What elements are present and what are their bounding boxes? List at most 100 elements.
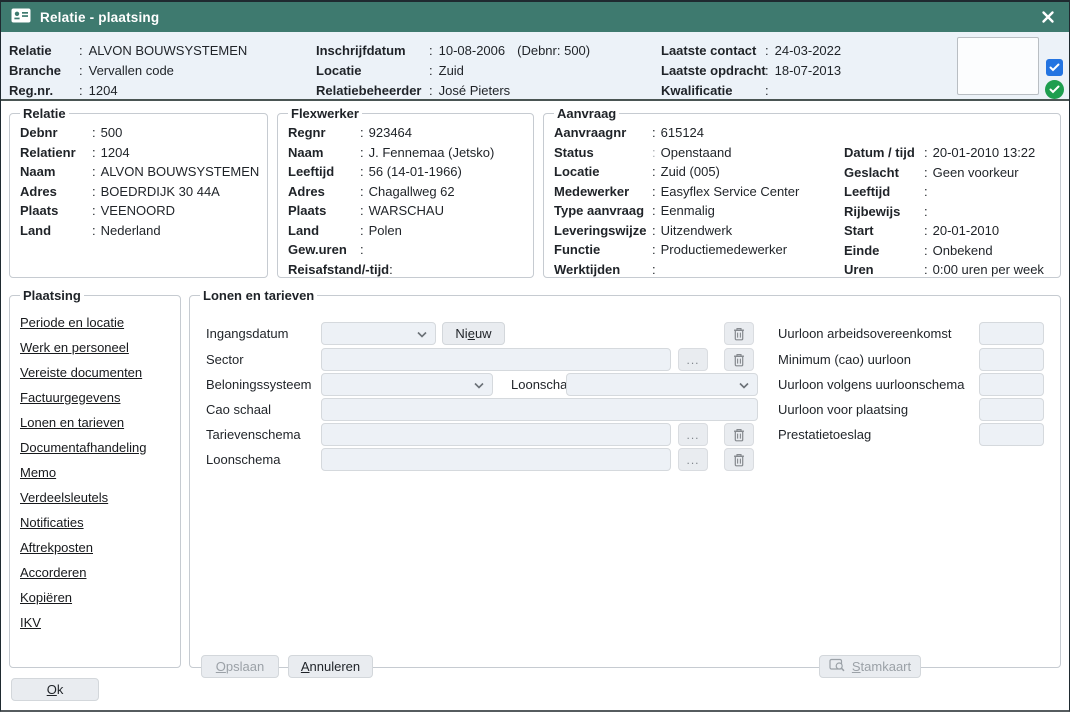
- field-label: Debnr: [20, 123, 92, 143]
- stamkaart-button[interactable]: Stamkaart: [819, 655, 921, 678]
- sector-browse-button[interactable]: ...: [678, 348, 708, 371]
- sidebar-item-notificaties[interactable]: Notificaties: [20, 510, 172, 535]
- field-label: Laatste contact: [661, 43, 765, 58]
- type-aanvraag-value: Eenmalig: [661, 201, 715, 221]
- relatiebeheerder-value: José Pieters: [439, 83, 511, 98]
- sidebar-item-kopieren[interactable]: Kopiëren: [20, 585, 172, 610]
- ellipsis-icon: ...: [686, 455, 699, 465]
- aanvraag-right-column: Datum / tijd:20-01-2010 13:22 Geslacht:G…: [844, 143, 1044, 280]
- relatie-panel-legend: Relatie: [20, 106, 69, 121]
- sidebar-item-accorderen[interactable]: Accorderen: [20, 560, 172, 585]
- status-value: Openstaand: [661, 143, 732, 163]
- aanvraagnr-value: 615124: [661, 123, 704, 143]
- photo-placeholder: [957, 37, 1039, 95]
- relatienr-value: 1204: [101, 143, 130, 163]
- contact-card-icon: [11, 8, 31, 26]
- branche-value: Vervallen code: [89, 63, 174, 78]
- field-label: Kwalificatie: [661, 83, 765, 98]
- sidebar-item-werk-en-personeel[interactable]: Werk en personeel: [20, 335, 172, 360]
- sidebar-item-verdeelsleutels[interactable]: Verdeelsleutels: [20, 485, 172, 510]
- medewerker-value: Easyflex Service Center: [661, 182, 800, 202]
- sidebar-item-documentafhandeling[interactable]: Documentafhandeling: [20, 435, 172, 460]
- sidebar-item-lonen-en-tarieven[interactable]: Lonen en tarieven: [20, 410, 172, 435]
- relatie-panel: Relatie Debnr:500 Relatienr:1204 Naam:AL…: [9, 106, 268, 278]
- sector-label: Sector: [206, 348, 244, 371]
- loonschaal-select[interactable]: [566, 373, 758, 396]
- nieuw-button[interactable]: Nieuw: [442, 322, 505, 345]
- cao-schaal-label: Cao schaal: [206, 398, 271, 421]
- minimum-cao-uurloon-input[interactable]: [979, 348, 1044, 371]
- uurloon-voor-plaatsing-label: Uurloon voor plaatsing: [778, 398, 908, 421]
- fw-adres-value: Chagallweg 62: [369, 182, 455, 202]
- uurloon-arbeidsovereenkomst-input[interactable]: [979, 322, 1044, 345]
- tarievenschema-browse-button[interactable]: ...: [678, 423, 708, 446]
- sidebar-item-vereiste-documenten[interactable]: Vereiste documenten: [20, 360, 172, 385]
- geslacht-value: Geen voorkeur: [933, 163, 1019, 183]
- checked-checkbox[interactable]: [1046, 59, 1063, 76]
- trash-icon[interactable]: [724, 322, 754, 345]
- uren-value: 0:00 uren per week: [933, 260, 1044, 280]
- field-label: Uren: [844, 260, 924, 280]
- ellipsis-icon: ...: [686, 430, 699, 440]
- trash-icon[interactable]: [724, 348, 754, 371]
- field-label: Relatienr: [20, 143, 92, 163]
- sidebar-item-ikv[interactable]: IKV: [20, 610, 172, 635]
- ellipsis-icon: ...: [686, 355, 699, 365]
- field-label: Plaats: [20, 201, 92, 221]
- window-title: Relatie - plaatsing: [40, 10, 1028, 25]
- field-label: Land: [288, 221, 360, 241]
- plaatsing-sidebar: Plaatsing Periode en locatie Werk en per…: [9, 288, 181, 668]
- field-label: Adres: [20, 182, 92, 202]
- aanvraag-panel: Aanvraag Aanvraagnr:615124 Status:Openst…: [543, 106, 1061, 278]
- loonschema-input[interactable]: [321, 448, 671, 471]
- field-label: Naam: [288, 143, 360, 163]
- field-label: Reisafstand/-tijd: [288, 260, 389, 280]
- loonschema-label: Loonschema: [206, 448, 280, 471]
- ingangsdatum-select[interactable]: [321, 322, 436, 345]
- opslaan-button[interactable]: Opslaan: [201, 655, 279, 678]
- close-icon[interactable]: [1037, 6, 1059, 28]
- prestatietoeslag-input[interactable]: [979, 423, 1044, 446]
- sector-input[interactable]: [321, 348, 671, 371]
- lonen-en-tarieven-legend: Lonen en tarieven: [200, 288, 317, 303]
- field-label: Plaats: [288, 201, 360, 221]
- locatie-value: Zuid: [439, 63, 464, 78]
- field-label: Inschrijfdatum: [316, 43, 429, 58]
- header-column-inschrijving: Inschrijfdatum:10-08-2006(Debnr: 500) Lo…: [316, 40, 590, 100]
- field-label: Leeftijd: [288, 162, 360, 182]
- minimum-cao-uurloon-label: Minimum (cao) uurloon: [778, 348, 911, 371]
- cao-schaal-input[interactable]: [321, 398, 758, 421]
- tarievenschema-label: Tarievenschema: [206, 423, 301, 446]
- field-label: Functie: [554, 240, 652, 260]
- annuleren-button[interactable]: Annuleren: [288, 655, 373, 678]
- debnr-note: (Debnr: 500): [517, 43, 590, 58]
- field-label: Adres: [288, 182, 360, 202]
- field-label: Status: [554, 143, 652, 163]
- sidebar-item-factuurgegevens[interactable]: Factuurgegevens: [20, 385, 172, 410]
- uurloon-arbeidsovereenkomst-label: Uurloon arbeidsovereenkomst: [778, 322, 951, 345]
- sidebar-item-memo[interactable]: Memo: [20, 460, 172, 485]
- title-bar: Relatie - plaatsing: [1, 2, 1069, 32]
- sidebar-item-periode-en-locatie[interactable]: Periode en locatie: [20, 310, 172, 335]
- field-label: Medewerker: [554, 182, 652, 202]
- field-label: Locatie: [316, 63, 429, 78]
- fw-regnr-value: 923464: [369, 123, 412, 143]
- trash-icon[interactable]: [724, 448, 754, 471]
- start-value: 20-01-2010: [933, 221, 1000, 241]
- inschrijfdatum-value: 10-08-2006: [439, 43, 506, 58]
- field-label: Werktijden: [554, 260, 652, 280]
- field-label: Relatie: [9, 43, 79, 58]
- sidebar-item-aftrekposten[interactable]: Aftrekposten: [20, 535, 172, 560]
- chevron-down-icon: [739, 377, 749, 392]
- land-value: Nederland: [101, 221, 161, 241]
- tarievenschema-input[interactable]: [321, 423, 671, 446]
- loonschema-browse-button[interactable]: ...: [678, 448, 708, 471]
- uurloon-voor-plaatsing-input[interactable]: [979, 398, 1044, 421]
- trash-icon[interactable]: [724, 423, 754, 446]
- approved-status-icon: [1045, 80, 1064, 99]
- uurloon-volgens-uurloonschema-input[interactable]: [979, 373, 1044, 396]
- beloningssysteem-select[interactable]: [321, 373, 493, 396]
- ok-button[interactable]: Ok: [11, 678, 99, 701]
- uurloon-volgens-uurloonschema-label: Uurloon volgens uurloonschema: [778, 373, 964, 396]
- field-label: Type aanvraag: [554, 201, 652, 221]
